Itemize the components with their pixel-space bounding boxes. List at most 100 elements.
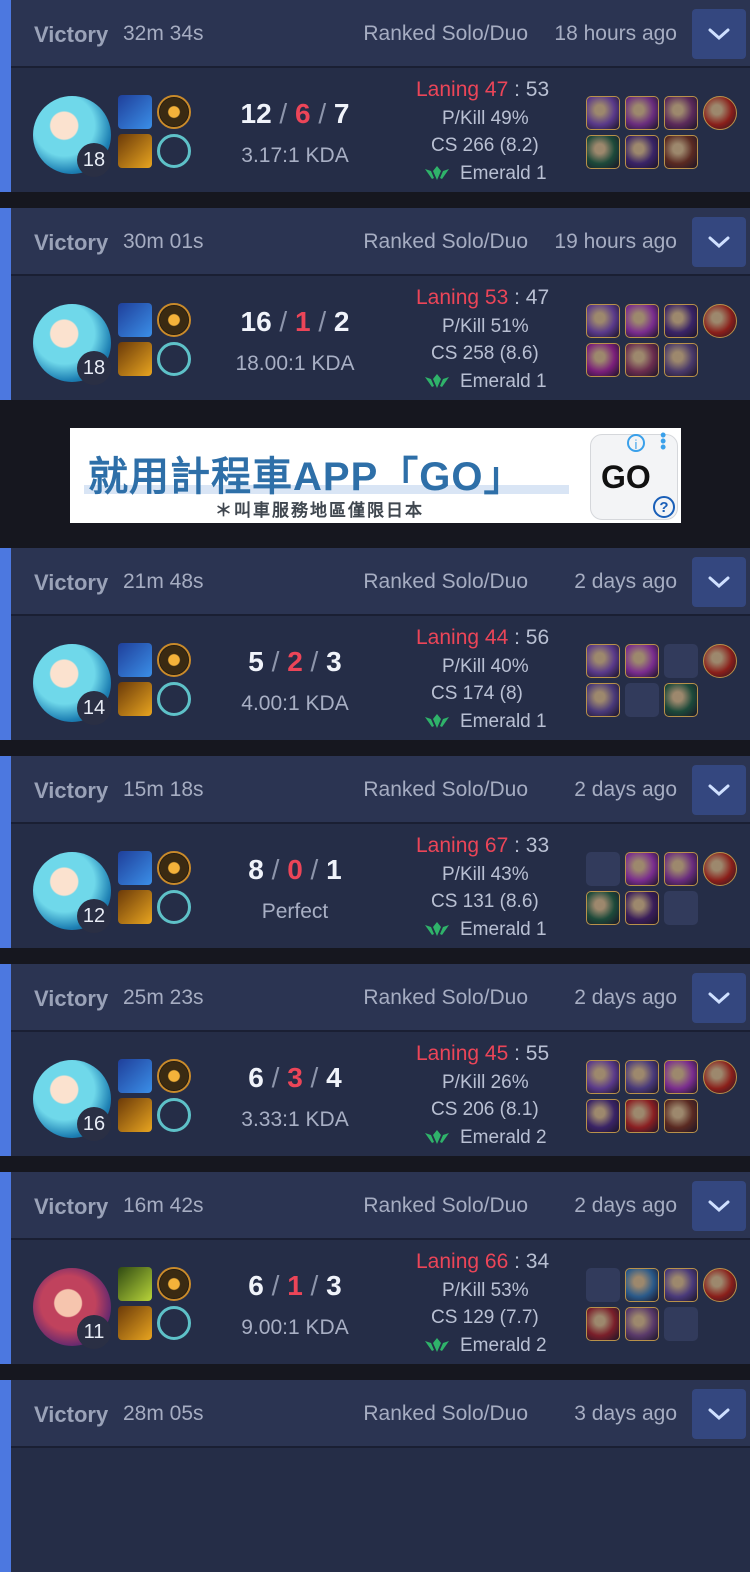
item-slot[interactable]	[586, 1307, 620, 1341]
item-slot[interactable]	[625, 891, 659, 925]
queue-type: Ranked Solo/Duo	[363, 986, 528, 1009]
secondary-rune-icon[interactable]	[157, 1098, 191, 1132]
item-slot[interactable]	[664, 96, 698, 130]
keystone-rune-icon[interactable]	[157, 1267, 191, 1301]
summoner-spell-ignite-icon[interactable]	[118, 890, 152, 924]
item-slot[interactable]	[625, 135, 659, 169]
item-slot[interactable]	[664, 683, 698, 717]
keystone-rune-icon[interactable]	[157, 303, 191, 337]
match-card[interactable]: Victory 28m 05s Ranked Solo/Duo 3 days ago	[0, 1380, 750, 1572]
match-card[interactable]: Victory 25m 23s Ranked Solo/Duo 2 days ago 1…	[0, 964, 750, 1156]
summoner-spell-flash-icon[interactable]	[118, 95, 152, 129]
laning-value: 66	[484, 1250, 509, 1273]
item-slot[interactable]	[664, 1268, 698, 1302]
ad-info-icon[interactable]: i	[627, 434, 645, 452]
empty-item-slot[interactable]	[586, 1268, 620, 1302]
item-slot[interactable]	[625, 1099, 659, 1133]
ad-help-icon[interactable]: ?	[653, 496, 675, 518]
secondary-rune-icon[interactable]	[157, 890, 191, 924]
trinket-slot[interactable]	[703, 1060, 737, 1094]
expand-button[interactable]	[692, 765, 746, 815]
secondary-rune-icon[interactable]	[157, 682, 191, 716]
item-slot[interactable]	[586, 644, 620, 678]
item-slot[interactable]	[625, 1060, 659, 1094]
summoner-spell-flash-icon[interactable]	[118, 1267, 152, 1301]
expand-button[interactable]	[692, 217, 746, 267]
kill-participation: P/Kill 53%	[442, 1280, 529, 1301]
laning-score: Laning 67 : 33	[416, 834, 549, 858]
item-slot[interactable]	[625, 1268, 659, 1302]
item-slot[interactable]	[625, 852, 659, 886]
match-card[interactable]: Victory 21m 48s Ranked Solo/Duo 2 days ago 1…	[0, 548, 750, 740]
emerald-emblem-icon	[425, 374, 449, 388]
trinket-slot[interactable]	[703, 644, 737, 678]
summoner-spell-ignite-icon[interactable]	[118, 1306, 152, 1340]
ad-menu-icon[interactable]: • • •	[660, 426, 668, 456]
match-card[interactable]: Victory 15m 18s Ranked Solo/Duo 2 days ago 1…	[0, 756, 750, 948]
item-slot[interactable]	[664, 1099, 698, 1133]
time-ago: 18 hours ago	[554, 22, 677, 45]
item-slot[interactable]	[586, 891, 620, 925]
item-slot[interactable]	[586, 1099, 620, 1133]
match-card[interactable]: Victory 32m 34s Ranked Solo/Duo 18 hours ag…	[0, 0, 750, 192]
secondary-rune-icon[interactable]	[157, 1306, 191, 1340]
item-slot[interactable]	[586, 304, 620, 338]
match-duration: 15m 18s	[123, 778, 204, 801]
expand-button[interactable]	[692, 9, 746, 59]
empty-item-slot[interactable]	[586, 852, 620, 886]
summoner-spell-ignite-icon[interactable]	[118, 682, 152, 716]
item-slot[interactable]	[586, 96, 620, 130]
item-slot[interactable]	[586, 343, 620, 377]
summoner-spell-ignite-icon[interactable]	[118, 134, 152, 168]
keystone-rune-icon[interactable]	[157, 643, 191, 677]
expand-button[interactable]	[692, 557, 746, 607]
emerald-emblem-icon	[425, 714, 449, 728]
item-slot[interactable]	[625, 644, 659, 678]
item-slot[interactable]	[664, 343, 698, 377]
item-slot[interactable]	[625, 343, 659, 377]
secondary-rune-icon[interactable]	[157, 134, 191, 168]
summoner-spell-flash-icon[interactable]	[118, 1059, 152, 1093]
item-slot[interactable]	[586, 135, 620, 169]
item-slot[interactable]	[664, 1060, 698, 1094]
item-slot[interactable]	[625, 96, 659, 130]
empty-item-slot[interactable]	[664, 891, 698, 925]
item-slot[interactable]	[625, 304, 659, 338]
expand-button[interactable]	[692, 973, 746, 1023]
rank-name: Emerald 1	[460, 371, 547, 392]
keystone-rune-icon[interactable]	[157, 851, 191, 885]
match-body: 12 8 / 0 / 1 Perfect Laning 67 : 33 P/Kill 4…	[11, 824, 750, 948]
empty-item-slot[interactable]	[664, 1307, 698, 1341]
empty-item-slot[interactable]	[664, 644, 698, 678]
trinket-slot[interactable]	[703, 1268, 737, 1302]
laning-opponent-value: 55	[525, 1042, 550, 1065]
item-slot[interactable]	[664, 135, 698, 169]
summoner-spell-ignite-icon[interactable]	[118, 1098, 152, 1132]
chevron-down-icon	[708, 992, 730, 1005]
kda-score: 6 / 1 / 3	[210, 1270, 380, 1302]
match-card[interactable]: Victory 16m 42s Ranked Solo/Duo 2 days ago 1…	[0, 1172, 750, 1364]
queue-type: Ranked Solo/Duo	[363, 570, 528, 593]
summoner-spell-ignite-icon[interactable]	[118, 342, 152, 376]
item-slot[interactable]	[625, 1307, 659, 1341]
item-slot[interactable]	[664, 852, 698, 886]
item-slot[interactable]	[586, 1060, 620, 1094]
trinket-slot[interactable]	[703, 96, 737, 130]
match-card[interactable]: Victory 30m 01s Ranked Solo/Duo 19 hours ag…	[0, 208, 750, 400]
summoner-spell-flash-icon[interactable]	[118, 643, 152, 677]
expand-button[interactable]	[692, 1181, 746, 1231]
ad-banner[interactable]: 就用計程車APP「GO」 ＊叫車服務地區僅限日本 GO i • • • ?	[70, 426, 681, 523]
item-slot[interactable]	[664, 304, 698, 338]
item-slot[interactable]	[586, 683, 620, 717]
laning-label: Laning	[416, 626, 480, 649]
secondary-rune-icon[interactable]	[157, 342, 191, 376]
empty-item-slot[interactable]	[625, 683, 659, 717]
trinket-slot[interactable]	[703, 304, 737, 338]
summoner-spell-flash-icon[interactable]	[118, 303, 152, 337]
keystone-rune-icon[interactable]	[157, 1059, 191, 1093]
laning-value: 45	[484, 1042, 509, 1065]
trinket-slot[interactable]	[703, 852, 737, 886]
summoner-spell-flash-icon[interactable]	[118, 851, 152, 885]
keystone-rune-icon[interactable]	[157, 95, 191, 129]
expand-button[interactable]	[692, 1389, 746, 1439]
